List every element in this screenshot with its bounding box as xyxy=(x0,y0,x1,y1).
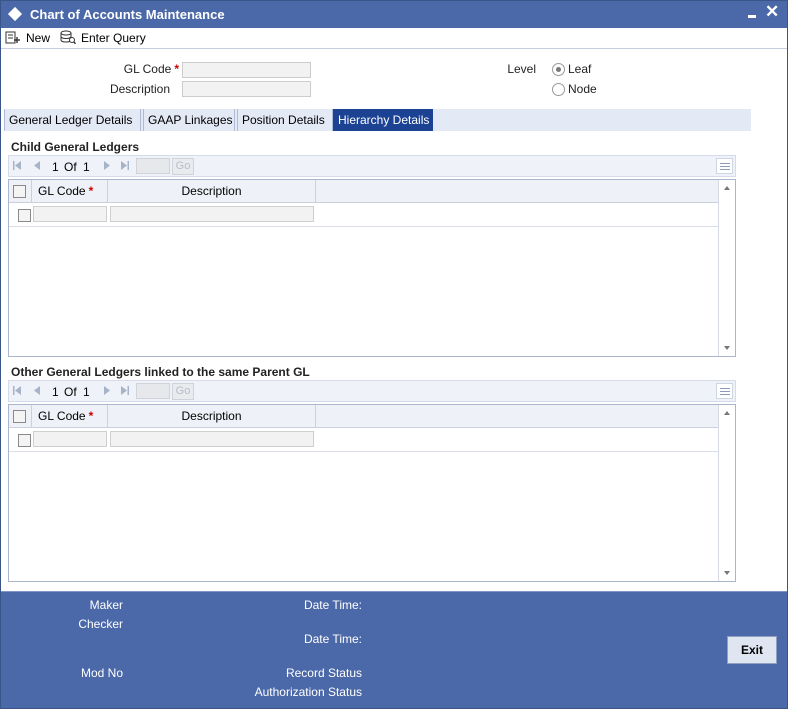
window-diamond-icon xyxy=(7,6,23,22)
gl-code-label-text: GL Code xyxy=(123,62,172,76)
description-label: Description xyxy=(109,82,170,96)
child-gl-pager: 1 Of 1 Go xyxy=(8,155,736,177)
tab-general-ledger-details[interactable]: General Ledger Details xyxy=(4,109,141,131)
table-row xyxy=(9,203,719,227)
enter-query-label: Enter Query xyxy=(81,30,146,45)
authorization-status-label: Authorization Status xyxy=(254,685,362,699)
vertical-scrollbar[interactable] xyxy=(718,180,735,356)
prev-page-icon[interactable] xyxy=(33,160,41,171)
description-field[interactable] xyxy=(182,81,311,97)
tab-gaap-linkages[interactable]: GAAP Linkages xyxy=(143,109,235,131)
title-bar: Chart of Accounts Maintenance ✕ xyxy=(1,1,787,28)
required-mark: * xyxy=(88,409,94,423)
maker-label: Maker xyxy=(89,598,123,612)
mod-no-label: Mod No xyxy=(80,666,123,680)
of-label: Of xyxy=(64,160,77,174)
toolbar-divider xyxy=(1,48,787,49)
required-mark: * xyxy=(88,184,94,198)
select-all-checkbox[interactable] xyxy=(13,410,26,423)
of-label: Of xyxy=(64,385,77,399)
scroll-down-icon[interactable] xyxy=(724,571,730,575)
scroll-down-icon[interactable] xyxy=(724,346,730,350)
row-gl-code-input[interactable] xyxy=(33,206,107,222)
record-status-label: Record Status xyxy=(285,666,362,680)
level-label: Level xyxy=(507,62,536,76)
go-button[interactable]: Go xyxy=(172,383,194,400)
last-page-icon[interactable] xyxy=(120,160,130,171)
gl-code-column-label: GL Code xyxy=(38,184,86,198)
new-button-label: New xyxy=(26,30,51,45)
row-description-input[interactable] xyxy=(110,206,314,222)
row-description-input[interactable] xyxy=(110,431,314,447)
table-row xyxy=(9,428,719,452)
grid-settings-icon[interactable] xyxy=(716,158,733,174)
row-checkbox[interactable] xyxy=(18,434,31,447)
gl-code-column-header: GL Code * xyxy=(32,180,108,203)
page-number-input[interactable] xyxy=(136,383,170,399)
close-icon[interactable]: ✕ xyxy=(765,2,779,22)
prev-page-icon[interactable] xyxy=(33,385,41,396)
linked-gl-section-title: Other General Ledgers linked to the same… xyxy=(11,365,310,379)
required-mark: * xyxy=(174,62,179,76)
gl-code-label: GL Code * xyxy=(81,62,179,76)
vertical-scrollbar[interactable] xyxy=(718,405,735,581)
gl-code-column-header: GL Code * xyxy=(32,405,108,428)
maker-date-time-label: Date Time: xyxy=(303,598,362,612)
child-gl-section-title: Child General Ledgers xyxy=(11,140,140,154)
first-page-icon[interactable] xyxy=(12,385,22,396)
checker-date-time-label: Date Time: xyxy=(303,632,362,646)
new-button[interactable]: New xyxy=(5,28,50,47)
grid-settings-icon[interactable] xyxy=(716,383,733,399)
select-all-cell xyxy=(9,180,32,203)
tab-bar: General Ledger Details GAAP Linkages Pos… xyxy=(4,109,751,131)
first-page-icon[interactable] xyxy=(12,160,22,171)
current-page: 1 xyxy=(52,160,59,174)
level-leaf-label: Leaf xyxy=(568,62,592,76)
query-icon xyxy=(60,30,76,45)
grid-header: GL Code * Description xyxy=(9,180,719,203)
gl-code-field[interactable] xyxy=(182,62,311,78)
window-title: Chart of Accounts Maintenance xyxy=(30,7,225,22)
child-gl-grid: GL Code * Description xyxy=(8,179,736,357)
go-button[interactable]: Go xyxy=(172,158,194,175)
grid-header: GL Code * Description xyxy=(9,405,719,428)
page-number-input[interactable] xyxy=(136,158,170,174)
checker-label: Checker xyxy=(78,617,123,631)
scroll-up-icon[interactable] xyxy=(724,411,730,415)
toolbar: New Enter Query xyxy=(1,28,787,48)
level-node-label: Node xyxy=(568,82,597,96)
linked-gl-grid: GL Code * Description xyxy=(8,404,736,582)
minimize-icon[interactable] xyxy=(746,9,758,19)
level-leaf-radio[interactable] xyxy=(552,63,565,76)
scroll-up-icon[interactable] xyxy=(724,186,730,190)
new-record-icon xyxy=(5,31,20,43)
row-gl-code-input[interactable] xyxy=(33,431,107,447)
level-node-radio[interactable] xyxy=(552,83,565,96)
total-pages: 1 xyxy=(83,385,90,399)
total-pages: 1 xyxy=(83,160,90,174)
select-all-checkbox[interactable] xyxy=(13,185,26,198)
audit-footer: Maker Checker Mod No Date Time: Date Tim… xyxy=(1,591,787,708)
last-page-icon[interactable] xyxy=(120,385,130,396)
tab-position-details[interactable]: Position Details xyxy=(237,109,333,131)
tab-hierarchy-details[interactable]: Hierarchy Details xyxy=(333,109,433,131)
exit-button[interactable]: Exit xyxy=(727,636,777,664)
description-column-header: Description xyxy=(108,405,316,428)
description-column-header: Description xyxy=(108,180,316,203)
row-checkbox[interactable] xyxy=(18,209,31,222)
gl-code-column-label: GL Code xyxy=(38,409,86,423)
next-page-icon[interactable] xyxy=(103,160,111,171)
current-page: 1 xyxy=(52,385,59,399)
linked-gl-pager: 1 Of 1 Go xyxy=(8,380,736,402)
window: Chart of Accounts Maintenance ✕ New Ente… xyxy=(0,0,788,709)
select-all-cell xyxy=(9,405,32,428)
enter-query-button[interactable]: Enter Query xyxy=(60,28,146,47)
next-page-icon[interactable] xyxy=(103,385,111,396)
